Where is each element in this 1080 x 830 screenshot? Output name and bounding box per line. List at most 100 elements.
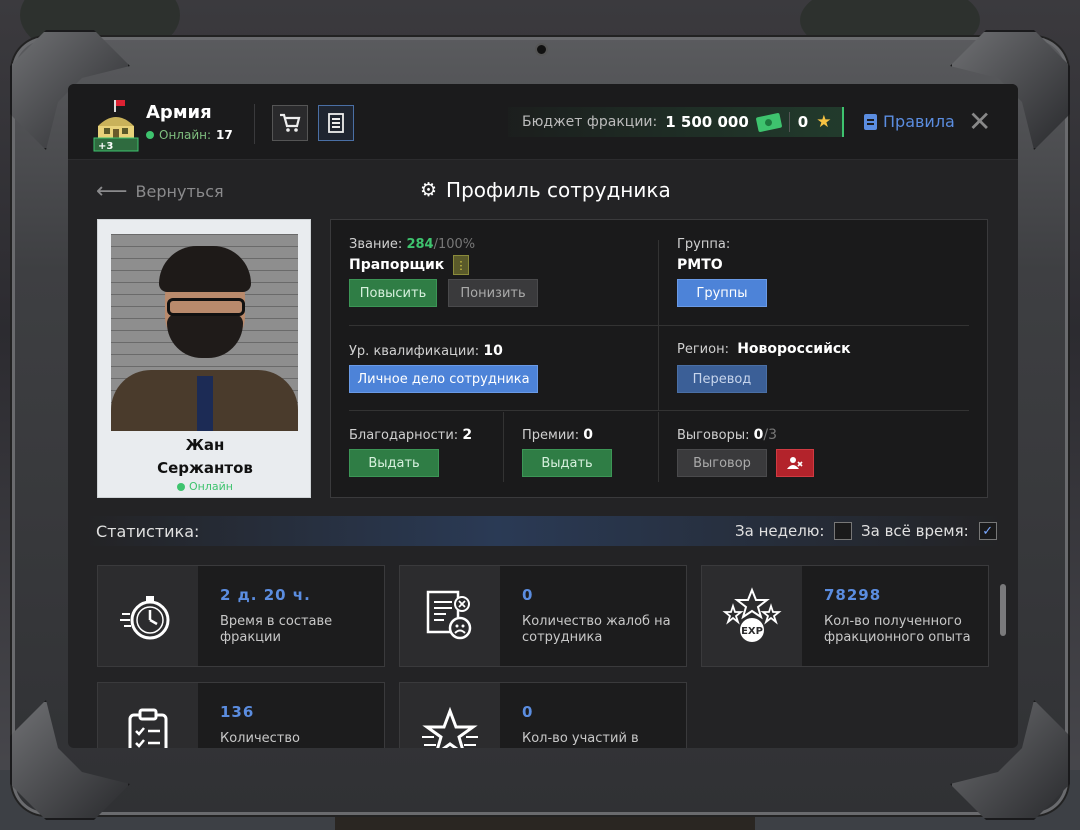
week-checkbox[interactable] xyxy=(834,522,853,540)
close-button[interactable]: ✕ xyxy=(968,108,991,136)
exp-stars-icon: EXP xyxy=(702,566,802,666)
stopwatch-icon xyxy=(98,566,198,666)
rank-row: Звание: 284/100% xyxy=(349,237,475,252)
remove-warning-button[interactable] xyxy=(776,449,814,477)
qualification-label: Ур. квалификации: xyxy=(349,344,480,359)
header-divider xyxy=(254,104,255,144)
rules-label: Правила xyxy=(883,112,955,131)
rank-insignia-icon: ⋮ xyxy=(453,255,469,275)
qualification-value: 10 xyxy=(483,343,503,359)
employee-photo-card: Жан Сержантов Онлайн xyxy=(97,219,311,498)
region-value: Новороссийск xyxy=(737,341,851,357)
stat-card-count: 136 Количество xyxy=(97,682,385,748)
page-title: ⚙ Профиль сотрудника xyxy=(420,178,671,202)
arrow-left-icon: ⟵ xyxy=(96,178,128,204)
employee-mugshot xyxy=(111,234,298,431)
faction-budget: Бюджет фракции: 1 500 000 0 ★ xyxy=(508,107,844,137)
transfer-button[interactable]: Перевод xyxy=(677,365,767,393)
thanks-value: 2 xyxy=(462,427,473,443)
list-document-icon xyxy=(328,113,344,133)
tablet-screen: +3 Армия Онлайн: 17 Бюджет фракции: 1 50… xyxy=(68,84,1018,748)
filter-all-time[interactable]: За всё время: ✓ xyxy=(861,522,997,540)
complaint-document-icon xyxy=(400,566,500,666)
online-indicator: Онлайн: 17 xyxy=(146,128,233,142)
star-icon xyxy=(400,683,500,748)
promote-button[interactable]: Повысить xyxy=(349,279,437,307)
employee-status: Онлайн xyxy=(98,480,312,493)
budget-value: 1 500 000 xyxy=(665,113,749,131)
thanks-row: Благодарности: 2 xyxy=(349,427,472,443)
close-icon: ✕ xyxy=(968,105,992,138)
thanks-label: Благодарности: xyxy=(349,428,459,443)
stat-label: Количество xyxy=(220,731,300,746)
warning-button[interactable]: Выговор xyxy=(677,449,767,477)
employee-status-text: Онлайн xyxy=(189,480,233,493)
back-button[interactable]: ⟵ Вернуться xyxy=(96,178,224,204)
online-dot-icon xyxy=(177,482,186,491)
documents-button[interactable] xyxy=(318,105,354,141)
stat-value: 136 xyxy=(220,703,255,721)
region-label: Регион: xyxy=(677,342,729,357)
stat-value: 78298 xyxy=(824,586,882,604)
warnings-value: 0 xyxy=(753,427,764,443)
statistics-title: Статистика: xyxy=(96,521,200,541)
qualification-row: Ур. квалификации: 10 xyxy=(349,343,503,359)
stat-label: Кол-во участий в xyxy=(522,731,639,746)
svg-text:EXP: EXP xyxy=(741,626,763,637)
bonus-value: 0 xyxy=(583,427,594,443)
personal-file-button[interactable]: Личное дело сотрудника xyxy=(349,365,538,393)
stat-value: 0 xyxy=(522,586,534,604)
shop-button[interactable] xyxy=(272,105,308,141)
group-label: Группа: xyxy=(677,237,731,252)
stat-label: Время в составе фракции xyxy=(220,614,333,645)
budget-divider xyxy=(788,112,790,132)
employee-last-name: Сержантов xyxy=(157,459,253,477)
money-icon xyxy=(755,112,783,132)
bonus-row: Премии: 0 xyxy=(522,427,593,443)
filter-week[interactable]: За неделю: xyxy=(735,522,853,540)
demote-button[interactable]: Понизить xyxy=(448,279,538,307)
back-label: Вернуться xyxy=(135,182,224,201)
stat-value: 0 xyxy=(522,703,534,721)
warnings-row: Выговоры: 0/3 xyxy=(677,427,777,443)
bonus-label: Премии: xyxy=(522,428,580,443)
rank-max: /100% xyxy=(433,237,476,252)
rank-progress: 284 xyxy=(406,237,434,252)
stat-label: Количество жалоб на сотрудника xyxy=(522,614,671,645)
online-label: Онлайн: xyxy=(159,128,212,142)
online-count: 17 xyxy=(216,128,233,142)
stat-card-complaints: 0 Количество жалоб на сотрудника xyxy=(399,565,687,667)
filter-all-time-label: За всё время: xyxy=(861,522,969,540)
give-thanks-button[interactable]: Выдать xyxy=(349,449,439,477)
faction-name: Армия xyxy=(146,102,212,123)
stat-card-experience: EXP 78298 Кол-во полученного фракционног… xyxy=(701,565,989,667)
online-dot-icon xyxy=(146,131,154,139)
document-icon xyxy=(864,113,877,130)
checkmark-icon: ✓ xyxy=(982,523,994,539)
warnings-label: Выговоры: xyxy=(677,428,750,443)
page-title-text: Профиль сотрудника xyxy=(446,178,671,202)
tablet-camera xyxy=(535,43,548,56)
user-remove-icon xyxy=(787,457,803,469)
rank-name: Прапорщик xyxy=(349,257,445,273)
all-time-checkbox[interactable]: ✓ xyxy=(978,522,997,540)
stat-label: Кол-во полученного фракционного опыта xyxy=(824,614,971,645)
groups-button[interactable]: Группы xyxy=(677,279,767,307)
employee-first-name: Жан xyxy=(185,436,225,454)
employee-info-panel: Звание: 284/100% Прапорщик ⋮ Повысить По… xyxy=(330,219,988,498)
filter-week-label: За неделю: xyxy=(735,522,825,540)
faction-level-badge: +3 xyxy=(98,141,114,152)
stat-card-participation: 0 Кол-во участий в xyxy=(399,682,687,748)
employee-name: Жан Сержантов xyxy=(98,434,312,480)
stars-value: 0 xyxy=(797,113,809,131)
header: +3 Армия Онлайн: 17 Бюджет фракции: 1 50… xyxy=(68,84,1018,160)
gear-icon: ⚙ xyxy=(420,179,438,201)
rules-link[interactable]: Правила xyxy=(864,112,955,131)
clipboard-checklist-icon xyxy=(98,683,198,748)
stat-card-time: 2 д. 20 ч. Время в составе фракции xyxy=(97,565,385,667)
give-bonus-button[interactable]: Выдать xyxy=(522,449,612,477)
region-row: Регион: Новороссийск xyxy=(677,341,851,357)
scrollbar[interactable] xyxy=(1000,584,1006,636)
cart-icon xyxy=(280,113,301,132)
warnings-max: /3 xyxy=(763,427,777,443)
